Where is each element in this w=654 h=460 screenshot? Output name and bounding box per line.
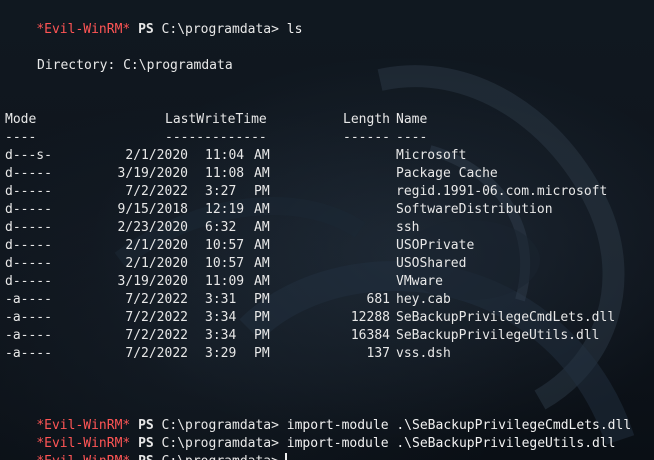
row-ampm: AM bbox=[254, 148, 270, 163]
prompt-line-3: *Evil-WinRM* PS C:\programdata> import-m… bbox=[5, 417, 615, 451]
prompt-star: * bbox=[36, 22, 45, 37]
row-name: SeBackupPrivilegeCmdLets.dll bbox=[396, 310, 616, 325]
row-date: 2/1/2020 bbox=[125, 148, 188, 163]
command-text: import-module .\SeBackupPrivilegeUtils.d… bbox=[286, 436, 616, 451]
directory-line: Directory: C:\programdata bbox=[37, 58, 233, 73]
table-row: d----- 3/19/2020 11:09 AM VMware bbox=[5, 273, 645, 291]
prompt-line-active[interactable]: *Evil-WinRM* PS C:\programdata> bbox=[5, 435, 287, 460]
row-date: 2/23/2020 bbox=[117, 220, 188, 235]
row-time: 11:08 bbox=[205, 166, 245, 181]
row-name: hey.cab bbox=[396, 292, 451, 307]
terminal-window[interactable]: *Evil-WinRM* PS C:\programdata> ls Direc… bbox=[0, 0, 654, 460]
row-date: 2/1/2020 bbox=[125, 256, 188, 271]
header-name: Name bbox=[396, 112, 428, 127]
table-row: -a---- 7/2/2022 3:34 PM 12288 SeBackupPrivile… bbox=[5, 309, 645, 327]
row-time: 10:57 bbox=[205, 238, 245, 253]
table-header-underline: ---- ------------- ------ ---- bbox=[5, 129, 645, 147]
row-length: 12288 bbox=[350, 310, 390, 325]
row-time: 3:27 bbox=[205, 184, 237, 199]
row-ampm: AM bbox=[254, 274, 270, 289]
underline-length: ------ bbox=[343, 130, 390, 145]
row-time: 6:32 bbox=[205, 220, 237, 235]
row-ampm: AM bbox=[254, 220, 270, 235]
prompt-host: Evil-WinRM* bbox=[44, 22, 131, 37]
row-name: USOShared bbox=[396, 256, 467, 271]
prompt-ps: PS bbox=[138, 22, 154, 37]
table-row: d----- 9/15/2018 12:19 AM SoftwareDistributi… bbox=[5, 201, 645, 219]
row-name: regid.1991-06.com.microsoft bbox=[396, 184, 608, 199]
row-time: 10:57 bbox=[205, 256, 245, 271]
row-ampm: AM bbox=[254, 256, 270, 271]
header-length: Length bbox=[343, 112, 390, 127]
row-ampm: PM bbox=[254, 184, 270, 199]
prompt-star: * bbox=[36, 454, 44, 460]
row-name: SoftwareDistribution bbox=[396, 202, 553, 217]
row-length: 681 bbox=[366, 292, 390, 307]
row-name: vss.dsh bbox=[396, 346, 451, 361]
table-row: d---s- 2/1/2020 11:04 AM Microsoft bbox=[5, 147, 645, 165]
row-name: Package Cache bbox=[396, 166, 498, 181]
prompt-host: Evil-WinRM* bbox=[44, 454, 130, 460]
prompt-ps: PS bbox=[138, 454, 154, 460]
row-name: VMware bbox=[396, 274, 443, 289]
prompt-path: C:\programdata> bbox=[162, 454, 279, 460]
row-date: 3/19/2020 bbox=[117, 274, 188, 289]
row-name: USOPrivate bbox=[396, 238, 475, 253]
row-name: SeBackupPrivilegeUtils.dll bbox=[396, 328, 600, 343]
table-row: d----- 3/19/2020 11:08 AM Package Cache bbox=[5, 165, 645, 183]
table-row: -a---- 7/2/2022 3:29 PM 137 vss.dsh bbox=[5, 345, 645, 363]
row-time: 12:19 bbox=[205, 202, 245, 217]
prompt-path: C:\programdata> bbox=[161, 22, 279, 37]
row-time: 11:09 bbox=[205, 274, 245, 289]
table-row: d----- 7/2/2022 3:27 PM regid.1991-06.com.mi… bbox=[5, 183, 645, 201]
table-header: Mode LastWriteTime Length Name bbox=[5, 111, 645, 129]
row-ampm: AM bbox=[254, 166, 270, 181]
table-row: d----- 2/1/2020 10:57 AM USOPrivate bbox=[5, 237, 645, 255]
row-name: Microsoft bbox=[396, 148, 467, 163]
row-date: 3/19/2020 bbox=[117, 166, 188, 181]
prompt-line-1: *Evil-WinRM* PS C:\programdata> ls bbox=[5, 3, 302, 37]
text-cursor bbox=[284, 453, 287, 460]
table-row: -a---- 7/2/2022 3:34 PM 16384 SeBackupPrivile… bbox=[5, 327, 645, 345]
row-date: 2/1/2020 bbox=[125, 238, 188, 253]
row-date: 7/2/2022 bbox=[125, 184, 188, 199]
row-date: 9/15/2018 bbox=[117, 202, 188, 217]
row-name: ssh bbox=[396, 220, 420, 235]
table-row: d----- 2/1/2020 10:57 AM USOShared bbox=[5, 255, 645, 273]
row-length: 137 bbox=[366, 346, 390, 361]
row-time: 11:04 bbox=[205, 148, 245, 163]
table-row: -a---- 7/2/2022 3:31 PM 681 hey.cab bbox=[5, 291, 645, 309]
underline-name: ---- bbox=[396, 130, 428, 145]
row-ampm: AM bbox=[254, 202, 270, 217]
row-ampm: AM bbox=[254, 238, 270, 253]
row-length: 16384 bbox=[350, 328, 390, 343]
prompt-line-2: *Evil-WinRM* PS C:\programdata> import-m… bbox=[5, 399, 631, 433]
table-row: d----- 2/23/2020 6:32 AM ssh bbox=[5, 219, 645, 237]
command-text: ls bbox=[286, 22, 303, 37]
